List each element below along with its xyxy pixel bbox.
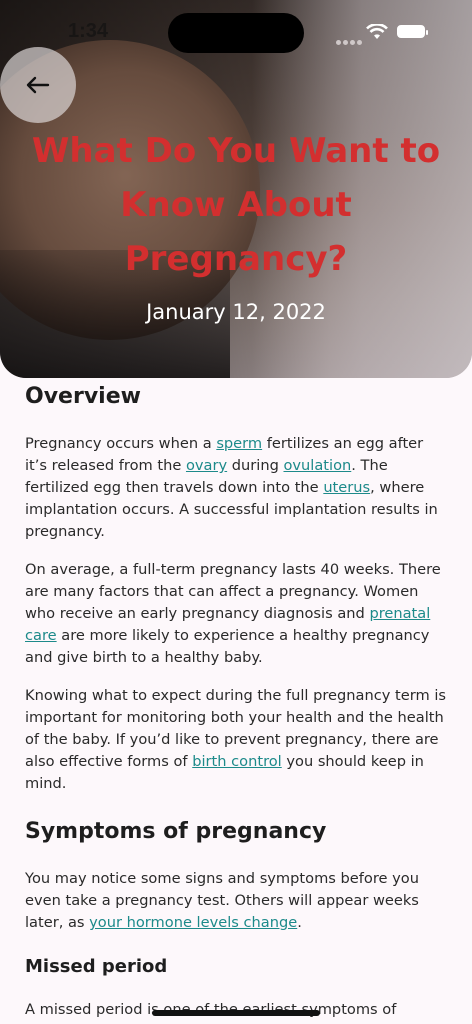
paragraph-1: Pregnancy occurs when a sperm fertilizes… bbox=[25, 433, 449, 543]
back-button[interactable] bbox=[0, 47, 76, 123]
paragraph-2: On average, a full-term pregnancy lasts … bbox=[25, 559, 449, 669]
article-title: What Do You Want to Know About Pregnancy… bbox=[31, 131, 441, 279]
battery-icon bbox=[397, 25, 428, 38]
dynamic-island bbox=[168, 13, 304, 53]
status-bar: 1:34 bbox=[0, 0, 472, 62]
article-date: January 12, 2022 bbox=[146, 300, 326, 324]
article-body: Overview Pregnancy occurs when a sperm f… bbox=[25, 384, 449, 1021]
text: are more likely to experience a healthy … bbox=[25, 627, 430, 666]
home-indicator[interactable] bbox=[152, 1010, 320, 1016]
text: Pregnancy occurs when a bbox=[25, 435, 217, 452]
paragraph-4: You may notice some signs and symptoms b… bbox=[25, 868, 449, 934]
text: . bbox=[297, 914, 302, 931]
link-ovary[interactable]: ovary bbox=[186, 457, 227, 474]
link-sperm[interactable]: sperm bbox=[216, 435, 262, 452]
link-ovulation[interactable]: ovulation bbox=[283, 457, 351, 474]
symptoms-heading: Symptoms of pregnancy bbox=[25, 819, 327, 844]
link-uterus[interactable]: uterus bbox=[323, 479, 370, 496]
link-hormone-levels[interactable]: your hormone levels change bbox=[89, 914, 297, 931]
status-time: 1:34 bbox=[68, 20, 109, 42]
wifi-icon bbox=[366, 24, 388, 39]
text: during bbox=[227, 457, 284, 474]
overview-heading: Overview bbox=[25, 384, 141, 409]
link-birth-control[interactable]: birth control bbox=[192, 753, 282, 770]
paragraph-3: Knowing what to expect during the full p… bbox=[25, 685, 449, 795]
missed-period-heading: Missed period bbox=[25, 956, 168, 977]
arrow-left-icon bbox=[26, 76, 50, 94]
cellular-signal-icon bbox=[336, 32, 364, 50]
